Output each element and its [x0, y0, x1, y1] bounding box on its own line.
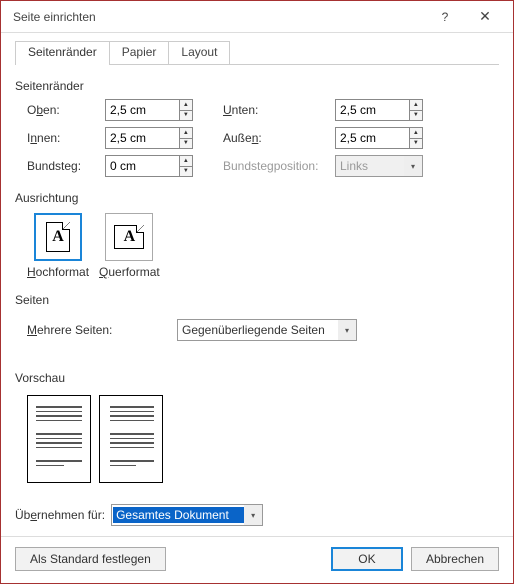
tab-paper[interactable]: Papier: [109, 41, 170, 65]
orientation-heading: Ausrichtung: [15, 191, 499, 205]
apply-dropdown[interactable]: Gesamtes Dokument▾: [111, 504, 263, 526]
landscape-icon: [114, 225, 144, 249]
top-input[interactable]: [106, 100, 179, 120]
inner-spinner[interactable]: ▲▼: [105, 127, 193, 149]
chevron-down-icon[interactable]: ▾: [244, 505, 262, 525]
help-button[interactable]: ?: [425, 3, 465, 31]
landscape-box[interactable]: [105, 213, 153, 261]
preview-page-left: [27, 395, 91, 483]
page-setup-dialog: Seite einrichten ? ✕ Seitenränder Papier…: [0, 0, 514, 584]
bottom-input[interactable]: [336, 100, 409, 120]
bottom-label: Unten:: [223, 103, 335, 117]
top-label: Oben:: [27, 103, 105, 117]
ok-button[interactable]: OK: [331, 547, 403, 571]
apply-label: Übernehmen für:: [15, 508, 105, 522]
inner-label: Innen:: [27, 131, 105, 145]
top-spinner[interactable]: ▲▼: [105, 99, 193, 121]
down-icon[interactable]: ▼: [180, 139, 192, 149]
bottom-spinner[interactable]: ▲▼: [335, 99, 423, 121]
gutterpos-dropdown: Links▾: [335, 155, 423, 177]
cancel-button[interactable]: Abbrechen: [411, 547, 499, 571]
apply-row: Übernehmen für: Gesamtes Dokument▾: [15, 492, 499, 526]
up-icon[interactable]: ▲: [180, 128, 192, 139]
up-icon[interactable]: ▲: [180, 156, 192, 167]
up-icon[interactable]: ▲: [410, 100, 422, 111]
orientation-portrait[interactable]: Hochformat: [27, 213, 89, 279]
preview-page-right: [99, 395, 163, 483]
gutterpos-label: Bundstegposition:: [223, 159, 335, 173]
down-icon[interactable]: ▼: [180, 167, 192, 177]
preview-heading: Vorschau: [15, 371, 499, 385]
close-button[interactable]: ✕: [465, 3, 505, 31]
dialog-content: Seitenränder Papier Layout Seitenränder …: [1, 33, 513, 536]
pages-heading: Seiten: [15, 293, 499, 307]
pages-row: Mehrere Seiten: Gegenüberliegende Seiten…: [27, 319, 499, 341]
up-icon[interactable]: ▲: [180, 100, 192, 111]
chevron-down-icon[interactable]: ▾: [338, 320, 356, 340]
chevron-down-icon: ▾: [404, 156, 422, 176]
tabs: Seitenränder Papier Layout: [15, 41, 499, 65]
inner-input[interactable]: [106, 128, 179, 148]
margins-heading: Seitenränder: [15, 79, 499, 93]
preview-row: [27, 395, 499, 483]
portrait-icon: [46, 222, 70, 252]
gutter-spinner[interactable]: ▲▼: [105, 155, 193, 177]
up-icon[interactable]: ▲: [410, 128, 422, 139]
dialog-title: Seite einrichten: [13, 10, 425, 24]
down-icon[interactable]: ▼: [410, 111, 422, 121]
multiple-pages-label: Mehrere Seiten:: [27, 323, 165, 337]
multiple-pages-dropdown[interactable]: Gegenüberliegende Seiten▾: [177, 319, 357, 341]
portrait-label: Hochformat: [27, 265, 89, 279]
landscape-label: Querformat: [99, 265, 160, 279]
titlebar: Seite einrichten ? ✕: [1, 1, 513, 33]
down-icon[interactable]: ▼: [180, 111, 192, 121]
portrait-box[interactable]: [34, 213, 82, 261]
gutter-label: Bundsteg:: [27, 159, 105, 173]
outer-input[interactable]: [336, 128, 409, 148]
gutter-input[interactable]: [106, 156, 179, 176]
outer-label: Außen:: [223, 131, 335, 145]
outer-spinner[interactable]: ▲▼: [335, 127, 423, 149]
set-default-button[interactable]: Als Standard festlegen: [15, 547, 166, 571]
close-icon: ✕: [479, 8, 491, 25]
tab-margins[interactable]: Seitenränder: [15, 41, 110, 65]
tab-layout[interactable]: Layout: [168, 41, 230, 65]
orientation-row: Hochformat Querformat: [27, 213, 499, 279]
orientation-landscape[interactable]: Querformat: [99, 213, 160, 279]
margins-grid: Oben: ▲▼ Unten: ▲▼ Innen: ▲▼ Außen: ▲▼ B…: [27, 99, 499, 177]
dialog-footer: Als Standard festlegen OK Abbrechen: [1, 536, 513, 583]
help-icon: ?: [442, 10, 449, 24]
down-icon[interactable]: ▼: [410, 139, 422, 149]
